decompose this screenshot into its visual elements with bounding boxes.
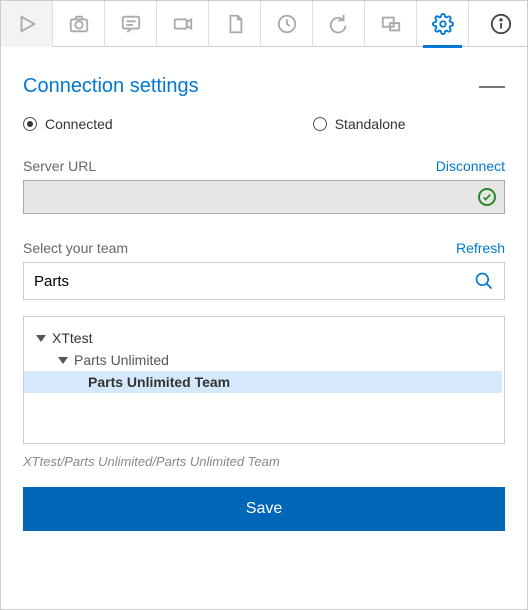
chevron-down-icon [58,357,68,364]
play-icon [16,13,38,35]
retry-button[interactable] [313,1,365,47]
comment-button[interactable] [105,1,157,47]
radio-dot-icon [23,117,37,131]
settings-icon [432,13,454,35]
save-button[interactable]: Save [23,487,505,531]
tree-node-team-selected[interactable]: Parts Unlimited Team [24,371,502,393]
document-button[interactable] [209,1,261,47]
chevron-down-icon [36,335,46,342]
clock-button[interactable] [261,1,313,47]
tree-team-label: Parts Unlimited Team [88,374,230,390]
camera-button[interactable] [53,1,105,47]
toolbar [1,1,527,47]
comment-icon [120,13,142,35]
tree-root-label: XTtest [52,330,92,346]
document-icon [224,13,246,35]
standalone-radio[interactable]: Standalone [313,116,406,132]
video-button[interactable] [157,1,209,47]
server-url-label: Server URL [23,158,96,174]
select-team-label: Select your team [23,240,128,256]
team-tree: XTtest Parts Unlimited Parts Unlimited T… [23,316,505,444]
clock-icon [276,13,298,35]
camera-icon [68,13,90,35]
standalone-label: Standalone [335,116,406,132]
disconnect-link[interactable]: Disconnect [436,158,505,174]
team-search-input[interactable] [34,273,474,290]
save-button-label: Save [246,500,282,518]
refresh-link[interactable]: Refresh [456,240,505,256]
radio-dot-icon [313,117,327,131]
section-header: Connection settings [23,75,505,98]
search-icon [474,271,494,291]
info-icon [490,13,512,35]
video-icon [172,13,194,35]
check-icon [478,188,496,206]
tree-project-label: Parts Unlimited [74,352,169,368]
collapse-icon[interactable] [479,86,505,88]
retry-icon [328,13,350,35]
play-button[interactable] [1,1,53,47]
tree-node-root[interactable]: XTtest [24,327,504,349]
window-button[interactable] [365,1,417,47]
info-button[interactable] [475,1,527,47]
connected-label: Connected [45,116,113,132]
window-icon [380,13,402,35]
settings-tab[interactable] [417,1,469,47]
team-search-box[interactable] [23,262,505,300]
content-area: Connection settings Connected Standalone… [1,47,527,531]
server-url-input[interactable] [23,180,505,214]
connected-radio[interactable]: Connected [23,116,113,132]
section-title: Connection settings [23,75,199,98]
selected-path: XTtest/Parts Unlimited/Parts Unlimited T… [23,454,505,469]
mode-radio-group: Connected Standalone [23,116,505,132]
tree-node-project[interactable]: Parts Unlimited [24,349,504,371]
